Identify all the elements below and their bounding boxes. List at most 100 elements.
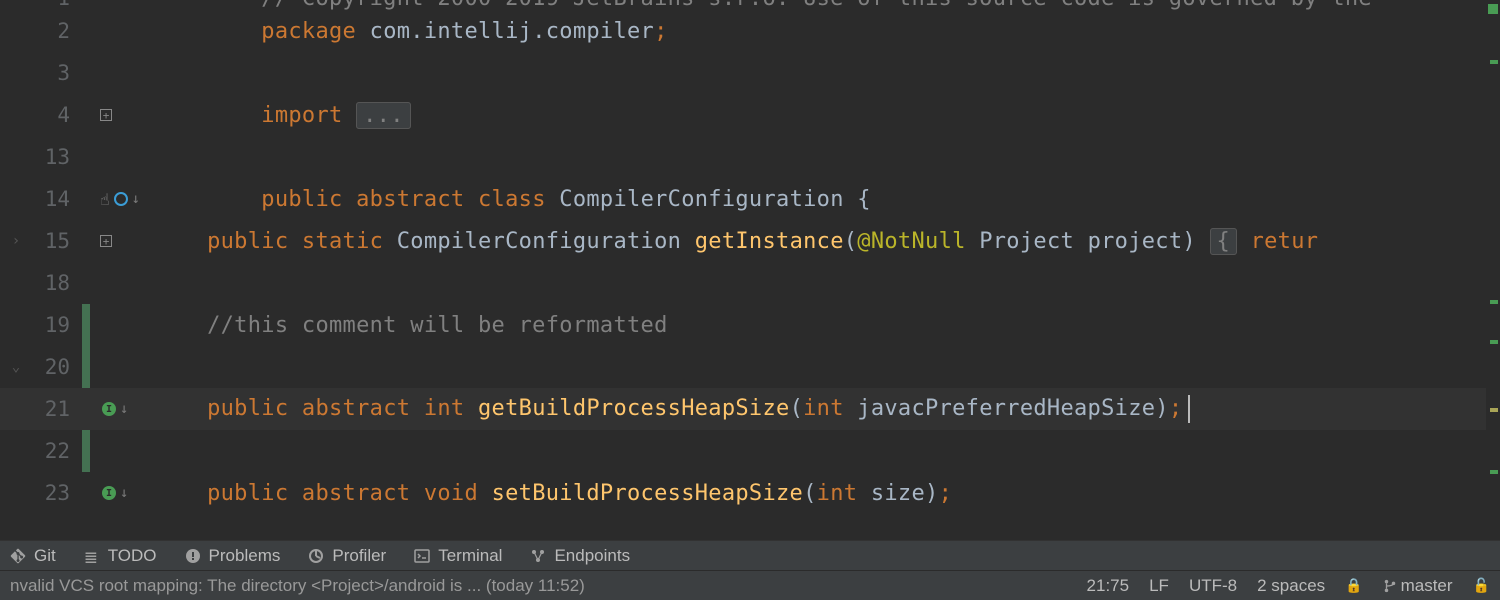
branch-icon: [1383, 579, 1397, 593]
code-text[interactable]: public static CompilerConfiguration getI…: [152, 229, 1318, 254]
keyword: package: [261, 19, 356, 44]
paren: (: [803, 481, 817, 506]
paren: ): [925, 481, 939, 506]
fold-expand-icon[interactable]: +: [100, 235, 112, 247]
status-indent[interactable]: 2 spaces: [1257, 576, 1325, 596]
gutter-fold-chevron[interactable]: ⌄: [0, 346, 32, 388]
code-line[interactable]: 14 ☝ ↓ public abstract class CompilerCon…: [0, 178, 1500, 220]
package-name: com.intellij.compiler: [356, 19, 654, 44]
code-line[interactable]: 22: [0, 430, 1500, 472]
status-caret-position[interactable]: 21:75: [1087, 576, 1130, 596]
override-icon[interactable]: I: [102, 486, 116, 500]
usages-icon[interactable]: ☝: [100, 190, 110, 209]
tool-git[interactable]: Git: [10, 546, 56, 566]
keyword: retur: [1237, 229, 1318, 254]
status-git-branch[interactable]: master: [1383, 576, 1453, 596]
code-text[interactable]: //this comment will be reformatted: [152, 313, 668, 338]
gutter-fold-chevron[interactable]: [0, 262, 32, 304]
stripe-mark[interactable]: [1490, 470, 1498, 474]
gutter-fold-chevron[interactable]: [0, 10, 32, 52]
tool-problems[interactable]: Problems: [185, 546, 281, 566]
gutter-fold-chevron[interactable]: [0, 430, 32, 472]
list-icon: ≣: [84, 548, 100, 564]
code-line[interactable]: ⌄ 20: [0, 346, 1500, 388]
line-number: 1: [32, 0, 82, 10]
keyword: int: [424, 396, 478, 421]
paren: ): [1155, 396, 1169, 421]
text-caret: [1188, 395, 1190, 423]
tool-todo[interactable]: ≣ TODO: [84, 546, 157, 566]
line-number: 3: [32, 61, 82, 85]
down-arrow-icon[interactable]: ↓: [132, 191, 140, 207]
folded-region[interactable]: ...: [356, 102, 411, 129]
keyword: int: [817, 481, 858, 506]
code-text[interactable]: public abstract void setBuildProcessHeap…: [152, 481, 952, 506]
stripe-mark[interactable]: [1490, 60, 1498, 64]
gutter-fold-chevron[interactable]: [0, 0, 32, 10]
gutter-fold-chevron[interactable]: [0, 472, 32, 514]
gutter-icons[interactable]: I ↓: [82, 401, 152, 417]
code-text[interactable]: public abstract class CompilerConfigurat…: [152, 162, 871, 237]
tool-label: TODO: [108, 546, 157, 566]
gutter-fold-chevron[interactable]: [0, 136, 32, 178]
paren: (: [844, 229, 858, 254]
semicolon: ;: [939, 481, 953, 506]
code-line[interactable]: 23 I ↓ public abstract void setBuildProc…: [0, 472, 1500, 514]
gutter-icons[interactable]: +: [82, 109, 152, 121]
vcs-change-marker[interactable]: [82, 430, 90, 472]
code-line[interactable]: 18: [0, 262, 1500, 304]
readonly-lock-icon[interactable]: 🔒: [1345, 577, 1362, 594]
override-icon[interactable]: I: [102, 402, 116, 416]
down-arrow-icon[interactable]: ↓: [120, 401, 128, 417]
analysis-status-icon[interactable]: [1488, 4, 1498, 14]
fold-expand-icon[interactable]: +: [100, 109, 112, 121]
status-encoding[interactable]: UTF-8: [1189, 576, 1237, 596]
down-arrow-icon[interactable]: ↓: [120, 485, 128, 501]
keyword: void: [424, 481, 492, 506]
gutter-icons[interactable]: I ↓: [82, 485, 152, 501]
vcs-change-marker[interactable]: [82, 304, 90, 346]
method-name: getInstance: [695, 229, 844, 254]
tool-profiler[interactable]: Profiler: [308, 546, 386, 566]
tool-terminal[interactable]: Terminal: [414, 546, 502, 566]
tool-endpoints[interactable]: Endpoints: [530, 546, 630, 566]
comment: //this comment will be reformatted: [207, 313, 668, 338]
stripe-mark[interactable]: [1490, 300, 1498, 304]
gutter-fold-chevron[interactable]: [0, 388, 32, 430]
warning-icon: [185, 548, 201, 564]
stripe-mark[interactable]: [1490, 340, 1498, 344]
tool-label: Git: [34, 546, 56, 566]
line-number: 20: [32, 355, 82, 379]
folded-region[interactable]: {: [1210, 228, 1238, 255]
vcs-change-marker[interactable]: [82, 346, 90, 388]
gutter-fold-chevron[interactable]: [0, 52, 32, 94]
code-line[interactable]: 4 + import ...: [0, 94, 1500, 136]
keyword: static: [302, 229, 397, 254]
editor-area[interactable]: 1 // Copyright 2000-2019 JetBrains s.r.o…: [0, 0, 1500, 540]
code-line[interactable]: 19 //this comment will be reformatted: [0, 304, 1500, 346]
line-number: 19: [32, 313, 82, 337]
gutter-fold-chevron[interactable]: [0, 178, 32, 220]
status-message[interactable]: nvalid VCS root mapping: The directory <…: [10, 576, 1087, 596]
line-number: 22: [32, 439, 82, 463]
status-bar: nvalid VCS root mapping: The directory <…: [0, 570, 1500, 600]
gutter-icons[interactable]: +: [82, 235, 152, 247]
keyword: public: [261, 187, 356, 212]
code-text[interactable]: public abstract int getBuildProcessHeapS…: [152, 395, 1190, 423]
stripe-mark[interactable]: [1490, 408, 1498, 412]
related-icon[interactable]: [114, 192, 128, 206]
code-line-current[interactable]: 21 I ↓ public abstract int getBuildProce…: [0, 388, 1500, 430]
gutter-fold-chevron[interactable]: [0, 94, 32, 136]
gutter-fold-chevron[interactable]: [0, 304, 32, 346]
terminal-icon: [414, 548, 430, 564]
gutter-icons[interactable]: ☝ ↓: [82, 190, 152, 209]
brace: {: [857, 187, 871, 212]
status-line-separator[interactable]: LF: [1149, 576, 1169, 596]
gutter-fold-chevron[interactable]: ›: [0, 220, 32, 262]
method-name: setBuildProcessHeapSize: [492, 481, 804, 506]
code-text[interactable]: package com.intellij.compiler;: [152, 0, 668, 69]
code-text[interactable]: import ...: [152, 78, 411, 153]
tool-label: Profiler: [332, 546, 386, 566]
error-stripe[interactable]: [1486, 0, 1500, 540]
padlock-icon[interactable]: 🔓: [1473, 577, 1490, 594]
